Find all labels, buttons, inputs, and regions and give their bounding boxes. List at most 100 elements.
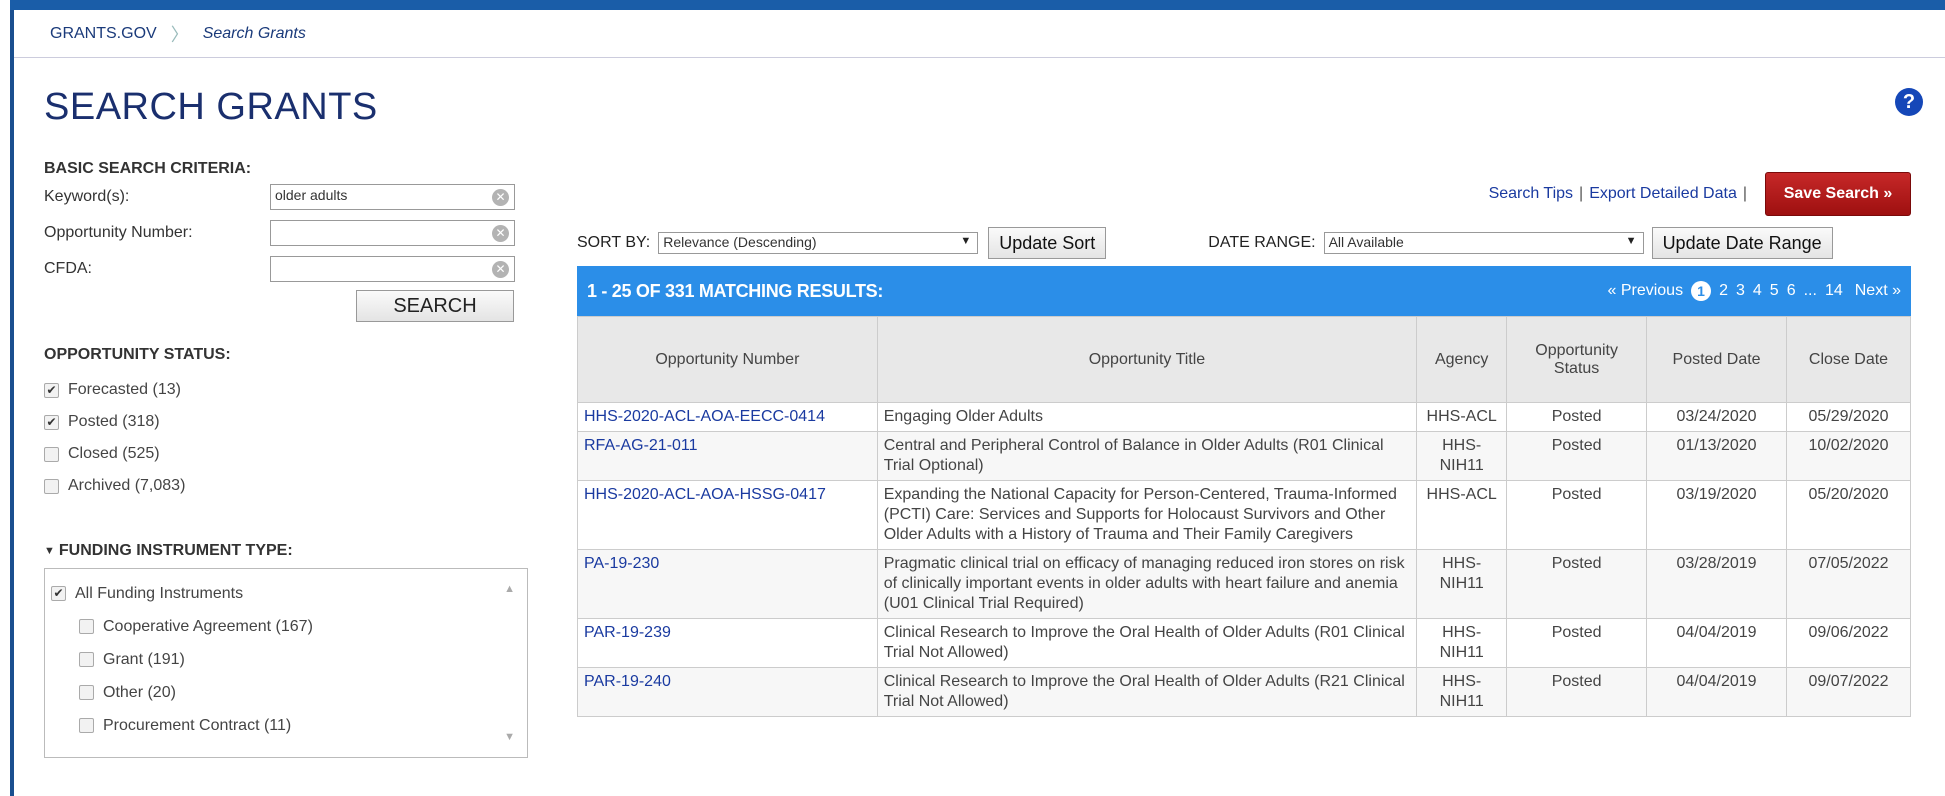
status-archived-checkbox[interactable] [44, 478, 59, 494]
table-row: PAR-19-240 Clinical Research to Improve … [577, 667, 1911, 717]
posted-date-cell: 03/24/2020 [1646, 402, 1788, 432]
keyword-input[interactable]: older adults ✕ [270, 184, 515, 210]
funding-instrument-heading-label: FUNDING INSTRUMENT TYPE: [58, 542, 293, 559]
opportunity-title-cell: Clinical Research to Improve the Oral He… [876, 667, 1418, 717]
update-sort-button[interactable]: Update Sort [988, 227, 1107, 259]
status-forecasted-label: Forecasted [68, 381, 149, 398]
cfda-label: CFDA: [44, 260, 92, 277]
status-forecasted-count: (13) [152, 381, 181, 398]
status-forecasted-checkbox[interactable]: ✔ [44, 382, 59, 398]
status-posted[interactable]: ✔ Posted (318) [44, 406, 534, 438]
pager-page[interactable]: 2 [1719, 282, 1728, 300]
funding-item[interactable]: Cooperative Agreement (167) [51, 610, 521, 643]
funding-item-checkbox[interactable] [79, 619, 94, 634]
agency-cell: HHS-ACL [1416, 480, 1508, 550]
header-agency[interactable]: Agency [1416, 316, 1508, 403]
opportunity-number-label: Opportunity Number: [44, 224, 193, 241]
opportunity-number-link[interactable]: HHS-2020-ACL-AOA-EECC-0414 [584, 408, 825, 425]
page-title: SEARCH GRANTS [44, 86, 378, 128]
close-date-cell: 05/20/2020 [1786, 480, 1911, 550]
funding-item[interactable]: Grant (191) [51, 643, 521, 676]
agency-cell: HHS-NIH11 [1416, 618, 1508, 668]
status-closed-checkbox[interactable] [44, 446, 59, 462]
status-archived-label: Archived [68, 477, 131, 494]
pager-previous[interactable]: « Previous [1607, 282, 1683, 300]
clear-opportunity-number-icon[interactable]: ✕ [492, 225, 509, 242]
table-row: HHS-2020-ACL-AOA-HSSG-0417 Expanding the… [577, 480, 1911, 550]
posted-date-cell: 03/28/2019 [1646, 549, 1788, 619]
close-date-cell: 09/06/2022 [1786, 618, 1911, 668]
funding-item[interactable]: Procurement Contract (11) [51, 709, 521, 742]
cfda-row: CFDA: ✕ [44, 254, 534, 284]
sort-select[interactable]: Relevance (Descending) ▼ [658, 232, 979, 254]
breadcrumb-current: Search Grants [202, 24, 306, 42]
collapse-triangle-icon[interactable]: ▼ [44, 545, 55, 557]
pager-ellipsis: ... [1803, 282, 1817, 299]
funding-item-label: Grant (191) [103, 650, 185, 668]
pager-page[interactable]: 6 [1787, 282, 1796, 300]
scroll-up-icon[interactable]: ▲ [504, 583, 515, 595]
opportunity-number-link[interactable]: PA-19-230 [584, 555, 659, 572]
pager-page[interactable]: 4 [1753, 282, 1762, 300]
breadcrumb-separator-icon: 〉 [170, 24, 189, 45]
funding-instrument-heading[interactable]: ▼ FUNDING INSTRUMENT TYPE: [44, 542, 534, 560]
status-closed-label: Closed [68, 445, 118, 462]
update-date-range-button[interactable]: Update Date Range [1651, 227, 1833, 259]
opportunity-number-input[interactable]: ✕ [270, 220, 515, 246]
breadcrumb-home-link[interactable]: GRANTS.GOV [50, 25, 157, 43]
close-date-cell: 09/07/2022 [1786, 667, 1911, 717]
header-close-date[interactable]: Close Date [1786, 316, 1911, 403]
status-cell: Posted [1506, 667, 1648, 717]
pager-next[interactable]: Next » [1855, 282, 1901, 300]
funding-item-checkbox[interactable] [79, 685, 94, 700]
pager-page[interactable]: 14 [1825, 282, 1843, 300]
funding-all-checkbox[interactable]: ✔ [51, 586, 66, 601]
status-cell: Posted [1506, 402, 1648, 432]
opportunity-number-cell: RFA-AG-21-011 [577, 431, 878, 481]
status-archived-count: (7,083) [134, 477, 186, 494]
clear-cfda-icon[interactable]: ✕ [492, 261, 509, 278]
status-forecasted[interactable]: ✔ Forecasted (13) [44, 374, 534, 406]
scroll-down-icon[interactable]: ▼ [504, 731, 515, 743]
header-opportunity-number[interactable]: Opportunity Number [577, 316, 878, 403]
clear-keyword-icon[interactable]: ✕ [492, 189, 509, 206]
header-opportunity-status[interactable]: Opportunity Status [1506, 316, 1648, 403]
agency-cell: HHS-NIH11 [1416, 549, 1508, 619]
search-button[interactable]: SEARCH [356, 290, 514, 322]
opportunity-number-link[interactable]: PAR-19-239 [584, 624, 671, 641]
opportunity-number-row: Opportunity Number: ✕ [44, 218, 534, 248]
status-posted-checkbox[interactable]: ✔ [44, 414, 59, 430]
opportunity-number-link[interactable]: PAR-19-240 [584, 673, 671, 690]
opportunity-number-link[interactable]: HHS-2020-ACL-AOA-HSSG-0417 [584, 486, 826, 503]
header-opportunity-title[interactable]: Opportunity Title [876, 316, 1418, 403]
status-posted-label: Posted [68, 413, 118, 430]
pager-page[interactable]: 5 [1770, 282, 1779, 300]
table-row: HHS-2020-ACL-AOA-EECC-0414 Engaging Olde… [577, 402, 1911, 432]
funding-instrument-list[interactable]: ✔ All Funding Instruments Cooperative Ag… [44, 568, 528, 758]
funding-item-checkbox[interactable] [79, 718, 94, 733]
close-date-cell: 10/02/2020 [1786, 431, 1911, 481]
opportunity-number-link[interactable]: RFA-AG-21-011 [584, 437, 698, 454]
status-closed[interactable]: Closed (525) [44, 438, 534, 470]
status-cell: Posted [1506, 549, 1648, 619]
funding-item[interactable]: Other (20) [51, 676, 521, 709]
opportunity-number-cell: PA-19-230 [577, 549, 878, 619]
status-archived[interactable]: Archived (7,083) [44, 470, 534, 502]
funding-item-checkbox[interactable] [79, 652, 94, 667]
cfda-input[interactable]: ✕ [270, 256, 515, 282]
keyword-row: Keyword(s): older adults ✕ [44, 182, 534, 212]
table-row: PAR-19-239 Clinical Research to Improve … [577, 618, 1911, 668]
funding-item-label: Procurement Contract (11) [103, 716, 292, 734]
pager-page[interactable]: 3 [1736, 282, 1745, 300]
agency-cell: HHS-NIH11 [1416, 667, 1508, 717]
funding-all[interactable]: ✔ All Funding Instruments [51, 577, 521, 610]
export-data-link[interactable]: Export Detailed Data [1589, 185, 1737, 203]
status-closed-count: (525) [122, 445, 160, 462]
opportunity-number-cell: HHS-2020-ACL-AOA-HSSG-0417 [577, 480, 878, 550]
header-posted-date[interactable]: Posted Date [1646, 316, 1788, 403]
table-header-row: Opportunity Number Opportunity Title Age… [577, 316, 1911, 403]
save-search-button[interactable]: Save Search » [1765, 172, 1911, 216]
search-tips-link[interactable]: Search Tips [1489, 185, 1573, 203]
help-icon[interactable]: ? [1895, 88, 1923, 116]
date-range-select[interactable]: All Available ▼ [1323, 232, 1644, 254]
